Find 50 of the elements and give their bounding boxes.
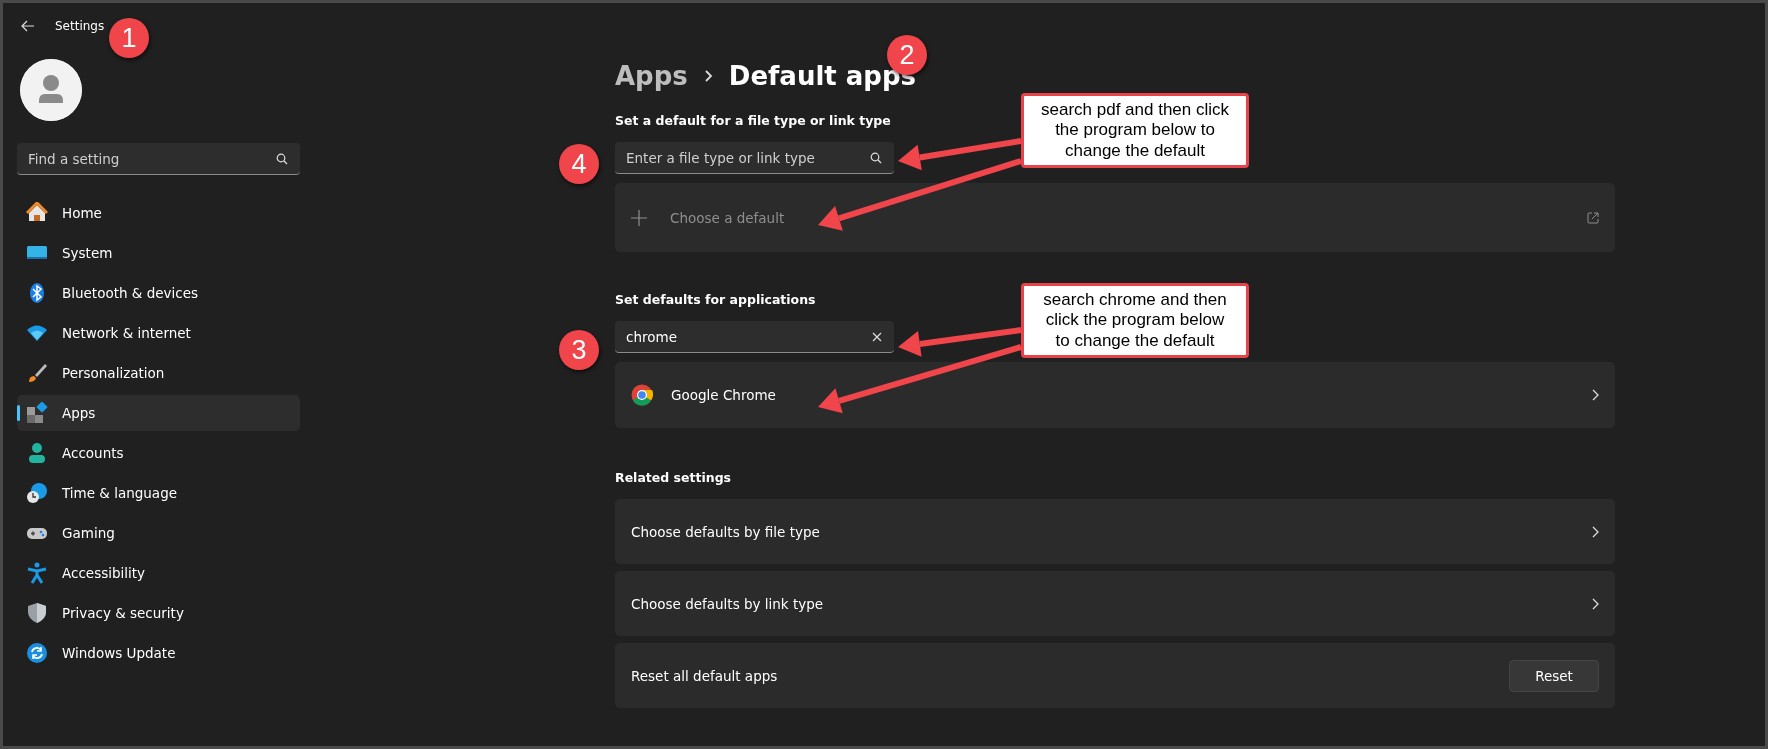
search-field[interactable]: Enter a file type or link type [615, 142, 894, 174]
sidebar-item[interactable]: Network & internet [17, 315, 300, 351]
reset-button[interactable]: Reset [1509, 659, 1599, 692]
breadcrumb-item[interactable]: Apps [615, 61, 688, 91]
nav-icon [26, 402, 48, 424]
close-icon[interactable] [872, 331, 882, 342]
plus-icon [631, 209, 647, 226]
nav-icon [26, 562, 48, 584]
avatar-icon[interactable] [20, 59, 82, 121]
section-heading: Set defaults for applications [615, 292, 816, 307]
sidebar-item[interactable]: Privacy & security [17, 595, 300, 631]
app-row[interactable]: Google Chrome [615, 362, 1615, 428]
sidebar-item[interactable]: Personalization [17, 355, 300, 391]
sidebar-item[interactable]: Accounts [17, 435, 300, 471]
number-badge: 1 [109, 18, 149, 58]
sidebar-item[interactable]: Gaming [17, 515, 300, 551]
sidebar-item[interactable]: Accessibility [17, 555, 300, 591]
back-arrow-icon[interactable] [21, 20, 35, 32]
section-heading: Related settings [615, 470, 731, 485]
settings-row[interactable]: Choose defaults by link type [615, 571, 1615, 636]
callout-note: search chrome and then click the program below to change the default [1021, 283, 1249, 359]
search-icon [870, 151, 882, 164]
nav-icon [26, 642, 48, 664]
nav-icon [26, 362, 48, 384]
number-badge: 3 [559, 330, 599, 370]
settings-row[interactable]: Choose defaults by file type [615, 499, 1615, 564]
sidebar-item[interactable]: Time & language [17, 475, 300, 511]
sidebar-item[interactable]: Home [17, 195, 300, 231]
chevron-right-icon [1591, 525, 1599, 538]
sidebar-item[interactable]: System [17, 235, 300, 271]
nav-icon [26, 482, 48, 504]
search-icon [276, 152, 288, 165]
chevron-right-icon [703, 69, 713, 83]
callout-note: search pdf and then click the program below to change the default [1021, 93, 1249, 169]
search-field[interactable]: Find a setting [17, 143, 300, 175]
nav-icon [26, 442, 48, 464]
nav-icon [26, 202, 48, 224]
chevron-right-icon [1591, 389, 1599, 401]
external-link-icon [1587, 211, 1599, 224]
settings-row: Reset all default apps Reset [615, 643, 1615, 708]
window-title: Settings [55, 19, 105, 33]
number-badge: 4 [559, 144, 599, 184]
search-field[interactable]: chrome [615, 321, 894, 353]
section-heading: Set a default for a file type or link type [615, 113, 891, 128]
nav-icon [26, 602, 48, 624]
chrome-logo-icon [631, 384, 653, 406]
sidebar-item[interactable]: Bluetooth & devices [17, 275, 300, 311]
sidebar-item[interactable]: Windows Update [17, 635, 300, 671]
sidebar-item[interactable]: Apps [17, 395, 300, 431]
chevron-right-icon [1591, 597, 1599, 610]
